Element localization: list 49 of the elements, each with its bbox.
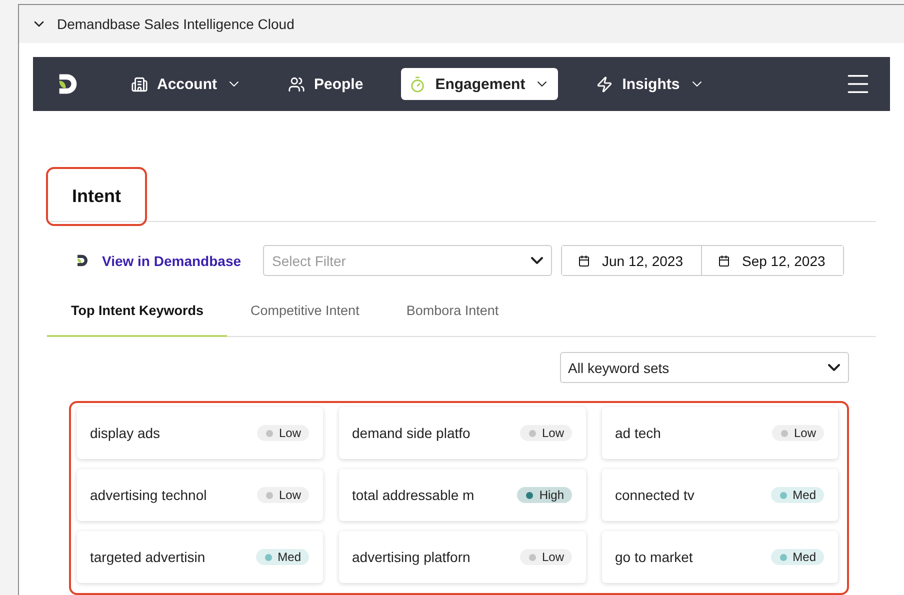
tab[interactable]: Bombora Intent (382, 296, 522, 337)
keyword-name: connected tv (615, 487, 694, 503)
chevron-icon (828, 364, 840, 371)
keyword-name: total addressable m (352, 487, 474, 503)
intent-badge: Med (770, 487, 824, 503)
keyword-card[interactable]: advertising platforn Low (339, 531, 586, 583)
keyword-card[interactable]: connected tv Med (602, 469, 838, 521)
tab[interactable]: Competitive Intent (226, 296, 382, 337)
view-link[interactable]: View in Demandbase (75, 252, 242, 268)
chevron-icon (531, 257, 544, 264)
intent-badge: Low (256, 487, 309, 503)
intent-badge: Low (772, 425, 824, 441)
keyword-card[interactable]: total addressable m High (339, 469, 586, 521)
keyword-name: advertising technol (90, 487, 207, 503)
keyword-name: advertising platforn (352, 549, 470, 565)
nav-item[interactable]: Engagement (401, 68, 558, 100)
nav-item[interactable]: People (280, 68, 372, 100)
stopwatch-icon (409, 76, 426, 92)
keyword-card[interactable]: targeted advertisin Med (77, 531, 323, 583)
keyword-name: display ads (90, 425, 160, 441)
keyword-card[interactable]: advertising technol Low (77, 469, 323, 521)
panel-header[interactable]: Demandbase Sales Intelligence Cloud (19, 5, 904, 43)
keyword-name: targeted advertisin (90, 549, 206, 565)
intent-badge: Low (256, 425, 309, 441)
intent-badge: High (517, 487, 572, 503)
keyword-name: demand side platfo (352, 425, 470, 441)
keyword-card[interactable]: demand side platfo Low (339, 407, 586, 459)
nav-item[interactable]: Account (123, 68, 250, 100)
keyword-card[interactable]: go to market Med (602, 531, 838, 583)
nav-item[interactable]: Insights (588, 68, 713, 100)
keyword-card[interactable]: display ads Low (77, 407, 323, 459)
people-icon (288, 76, 305, 92)
calendar-icon (718, 254, 730, 266)
keyword-set-select[interactable]: All keyword sets (560, 352, 849, 383)
intent-badge: Low (520, 549, 572, 565)
panel-title: Demandbase Sales Intelligence Cloud (57, 16, 294, 32)
keyword-card[interactable]: ad tech Low (602, 407, 838, 459)
building-icon (131, 76, 148, 92)
logo-icon (75, 253, 90, 268)
keyword-name: ad tech (615, 425, 661, 441)
calendar-icon (578, 254, 590, 266)
keyword-name: go to market (615, 549, 693, 565)
lightning-icon (596, 76, 614, 92)
end-date-button[interactable]: Sep 12, 2023 (700, 246, 844, 275)
intent-badge: Med (256, 549, 309, 565)
intent-badge: Med (770, 549, 824, 565)
tab[interactable]: Top Intent Keywords (47, 296, 227, 337)
section-title: Intent (46, 167, 147, 226)
intent-badge: Low (520, 425, 572, 441)
